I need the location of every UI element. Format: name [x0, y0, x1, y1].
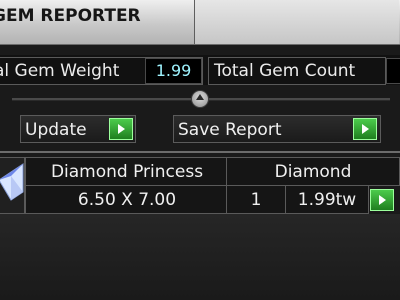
- total-gem-count-value: [386, 58, 400, 84]
- gem-thumbnail-icon[interactable]: [0, 157, 25, 214]
- update-label: Update: [25, 120, 87, 140]
- table-top-border: [0, 151, 400, 153]
- splitter-knob-icon[interactable]: [191, 90, 209, 108]
- total-gem-count-label: Total Gem Count: [214, 61, 356, 81]
- update-go-arrow-icon[interactable]: [109, 118, 133, 140]
- title-bar: GEM REPORTER: [0, 0, 400, 45]
- row-qty-cell: 1: [226, 185, 286, 214]
- summary-row: al Gem Weight 1.99 Total Gem Count: [0, 55, 400, 85]
- update-button[interactable]: Update: [20, 115, 136, 143]
- row-weight-cell: 1.99tw: [285, 185, 369, 214]
- save-report-label: Save Report: [178, 120, 282, 140]
- save-report-button[interactable]: Save Report: [173, 115, 381, 143]
- row-size-cell: 6.50 X 7.00: [25, 185, 229, 214]
- title-tab-blank[interactable]: [194, 0, 399, 44]
- row-go-arrow-icon[interactable]: [370, 189, 394, 211]
- table-header-col2: Diamond: [226, 157, 400, 186]
- save-report-go-arrow-icon[interactable]: [353, 118, 377, 140]
- app-title: GEM REPORTER: [0, 6, 141, 26]
- table-header-col1: Diamond Princess: [25, 157, 229, 186]
- empty-area: [0, 214, 400, 300]
- total-gem-weight-value: 1.99: [145, 58, 202, 84]
- total-gem-weight-label: al Gem Weight: [0, 61, 120, 81]
